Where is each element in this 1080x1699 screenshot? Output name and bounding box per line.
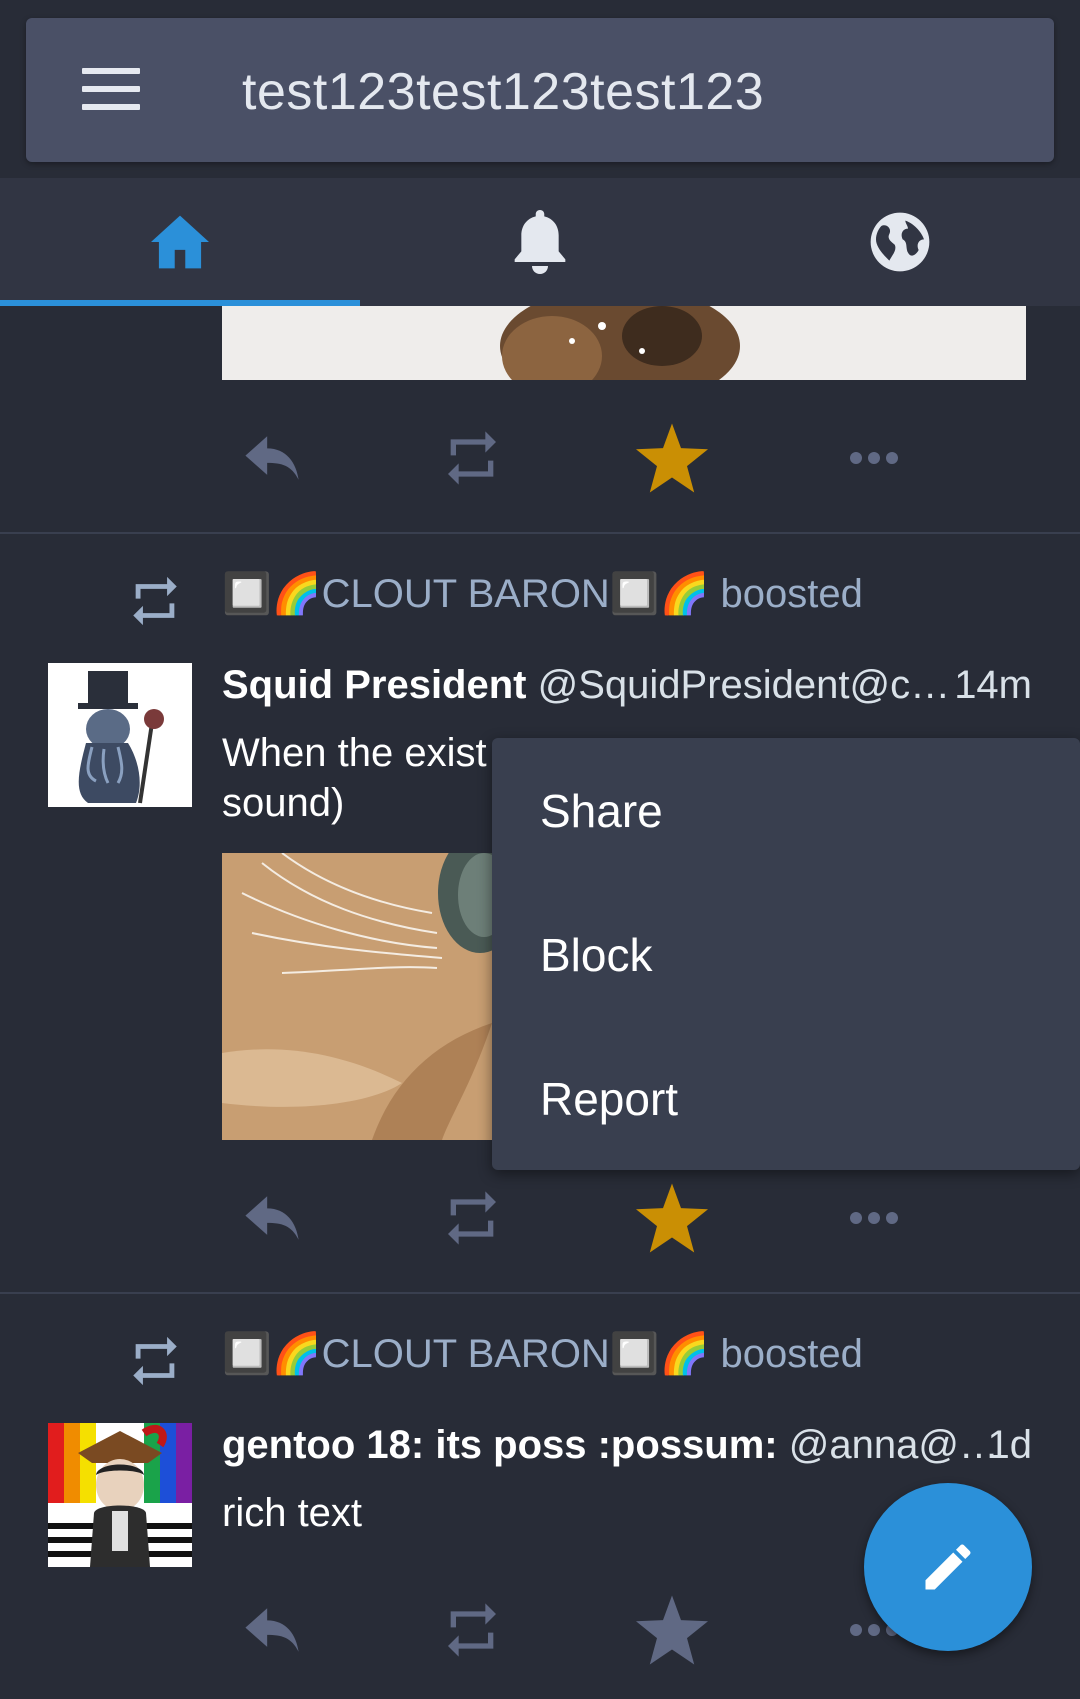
boost-attribution: 🔲🌈CLOUT BARON🔲🌈 boosted: [0, 566, 1080, 626]
menu-item-share[interactable]: Share: [540, 784, 663, 838]
boost-icon: [448, 1603, 496, 1657]
booster-name: 🔲🌈CLOUT BARON🔲🌈: [222, 572, 710, 616]
boost-button[interactable]: [432, 1178, 512, 1258]
reply-button[interactable]: [232, 1178, 312, 1258]
status-timestamp[interactable]: 1d: [988, 1423, 1033, 1468]
home-icon: [151, 215, 209, 269]
status-header: gentoo 18: its poss :possum: @anna@…: [222, 1423, 999, 1468]
account-title: test123test123test123: [242, 63, 765, 121]
star-icon: [636, 1183, 708, 1253]
account-handle[interactable]: @anna@…: [789, 1423, 999, 1467]
avatar[interactable]: [48, 1423, 192, 1567]
tab-federated[interactable]: [720, 178, 1080, 306]
avatar-image: [48, 1423, 192, 1567]
status-actions: [222, 1178, 922, 1258]
media-image: [222, 306, 1026, 380]
boosted-label: boosted: [720, 1332, 863, 1376]
booster-name-link[interactable]: 🔲🌈CLOUT BARON🔲🌈 boosted: [222, 1330, 863, 1377]
boost-icon: [448, 431, 496, 485]
media-attachment-previous[interactable]: [222, 306, 1026, 380]
more-button[interactable]: [834, 1178, 914, 1258]
compose-button[interactable]: [864, 1483, 1032, 1651]
star-icon: [636, 1595, 708, 1665]
tab-home[interactable]: [0, 178, 360, 306]
account-handle[interactable]: @SquidPresident@c…: [538, 663, 951, 707]
reply-button[interactable]: [232, 418, 312, 498]
boost-icon: [133, 576, 177, 626]
boost-button[interactable]: [432, 418, 512, 498]
favourite-button[interactable]: [632, 1178, 712, 1258]
status-header: Squid President @SquidPresident@c…: [222, 663, 950, 708]
status-divider: [0, 1292, 1080, 1294]
more-button[interactable]: [834, 418, 914, 498]
status-actions: [222, 418, 922, 498]
favourite-button[interactable]: [632, 418, 712, 498]
tab-notifications[interactable]: [360, 178, 720, 306]
status-divider: [0, 532, 1080, 534]
ellipsis-icon: [850, 1212, 898, 1224]
reply-icon: [245, 1608, 299, 1652]
favourite-button[interactable]: [632, 1590, 712, 1670]
avatar[interactable]: [48, 663, 192, 807]
boost-button[interactable]: [432, 1590, 512, 1670]
pencil-icon: [925, 1544, 971, 1590]
globe-icon: [870, 212, 930, 272]
reply-icon: [245, 436, 299, 480]
avatar-image: [48, 663, 192, 807]
menu-item-report[interactable]: Report: [540, 1072, 678, 1126]
reply-button[interactable]: [232, 1590, 312, 1670]
hamburger-menu-icon[interactable]: [82, 68, 140, 110]
bell-icon: [514, 210, 566, 274]
boost-icon: [448, 1191, 496, 1245]
tab-bar: [0, 178, 1080, 306]
booster-name-link[interactable]: 🔲🌈CLOUT BARON🔲🌈 boosted: [222, 570, 863, 617]
display-name[interactable]: gentoo 18: its poss :possum:: [222, 1423, 778, 1467]
boost-attribution: 🔲🌈CLOUT BARON🔲🌈 boosted: [0, 1326, 1080, 1386]
reply-icon: [245, 1196, 299, 1240]
menu-item-block[interactable]: Block: [540, 928, 652, 982]
boost-icon: [133, 1336, 177, 1386]
status-timestamp[interactable]: 14m: [954, 663, 1032, 708]
status-actions: [222, 1590, 922, 1670]
booster-name: 🔲🌈CLOUT BARON🔲🌈: [222, 1332, 710, 1376]
status-dropdown-menu: Share Block Report: [492, 738, 1080, 1170]
display-name[interactable]: Squid President: [222, 663, 527, 707]
star-icon: [636, 423, 708, 493]
ellipsis-icon: [850, 452, 898, 464]
boosted-label: boosted: [720, 572, 863, 616]
